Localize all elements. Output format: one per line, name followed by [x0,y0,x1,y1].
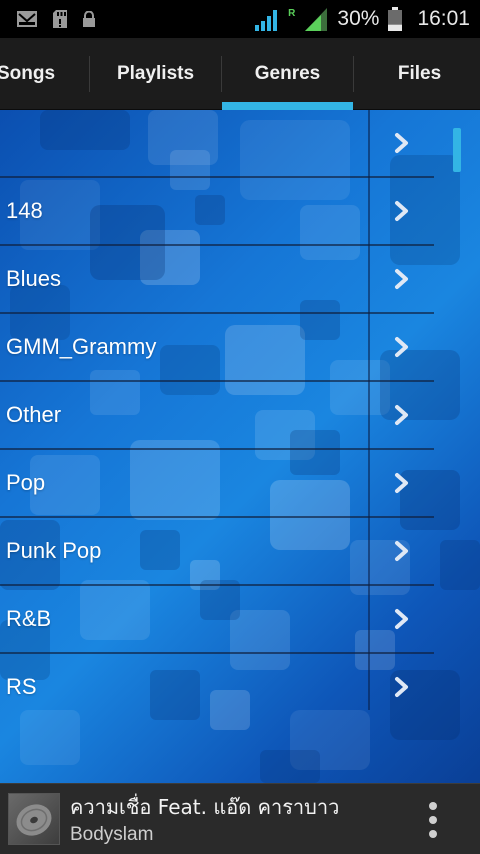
chevron-right-icon [395,677,408,697]
dot-icon [429,816,437,824]
genre-label: 148 [6,198,43,223]
tab-playlists[interactable]: Playlists [90,38,221,110]
genre-label: RS [6,674,37,699]
disc-icon [16,804,52,836]
gmail-icon [17,11,37,27]
status-bar: R 30% 16:01 [0,0,480,38]
chevron-right-icon [395,541,408,561]
genre-row-other[interactable]: Other [0,382,480,450]
genre-label: Punk Pop [6,538,102,563]
chevron-right-icon [395,609,408,629]
tab-bar: Songs Playlists Genres Files [0,38,480,110]
lock-icon [83,11,95,27]
battery-percent: 30% [337,7,380,30]
genre-row-148[interactable]: 148 [0,178,480,246]
genre-label: R&B [6,606,52,631]
genre-row-rs[interactable]: RS [0,654,480,722]
genre-row-blues[interactable]: Blues [0,246,480,314]
genre-row-punk-pop[interactable]: Punk Pop [0,518,480,586]
chevron-right-icon [395,473,408,493]
cell-signal-icon [305,8,328,31]
tab-files[interactable]: Files [354,38,480,110]
genre-list[interactable]: 148 Blues GMM_Grammy Other Pop Punk Pop … [0,110,480,783]
chevron-right-icon [395,269,408,289]
battery-icon [388,7,403,31]
dot-icon [429,830,437,838]
now-playing-artist: Bodyslam [70,824,154,845]
wifi-signal-icon [255,10,278,31]
overflow-menu-button[interactable] [418,798,448,842]
chevron-right-icon [395,405,408,425]
chevron-right-icon [395,337,408,357]
tab-label: Files [397,63,442,84]
genre-label: Blues [6,266,62,291]
tab-label: Genres [254,63,321,84]
genre-row-r-and-b[interactable]: R&B [0,586,480,654]
now-playing-title: ความเชื่อ Feat. แอ๊ด คาราบาว [70,795,340,819]
now-playing-bar[interactable]: ความเชื่อ Feat. แอ๊ด คาราบาว Bodyslam [0,783,480,854]
chevron-right-icon [395,133,408,153]
dot-icon [429,802,437,810]
clock: 16:01 [417,7,470,30]
tab-label: Songs [0,63,56,84]
genre-label: GMM_Grammy [6,334,157,359]
selected-tab-indicator [222,102,353,110]
tab-songs[interactable]: Songs [0,38,88,110]
genre-row-blank[interactable] [0,110,480,178]
genre-label: Pop [6,470,46,495]
roaming-r-icon: R [288,8,296,19]
tab-genres[interactable]: Genres [222,38,353,110]
genre-label: Other [6,402,62,427]
genre-row-pop[interactable]: Pop [0,450,480,518]
notification-icons [16,9,96,29]
album-art[interactable] [8,793,60,845]
chevron-right-icon [395,201,408,221]
genre-row-gmm-grammy[interactable]: GMM_Grammy [0,314,480,382]
system-icons: R 30% 16:01 [254,6,470,32]
tab-label: Playlists [116,63,195,84]
sd-card-icon [53,10,67,28]
